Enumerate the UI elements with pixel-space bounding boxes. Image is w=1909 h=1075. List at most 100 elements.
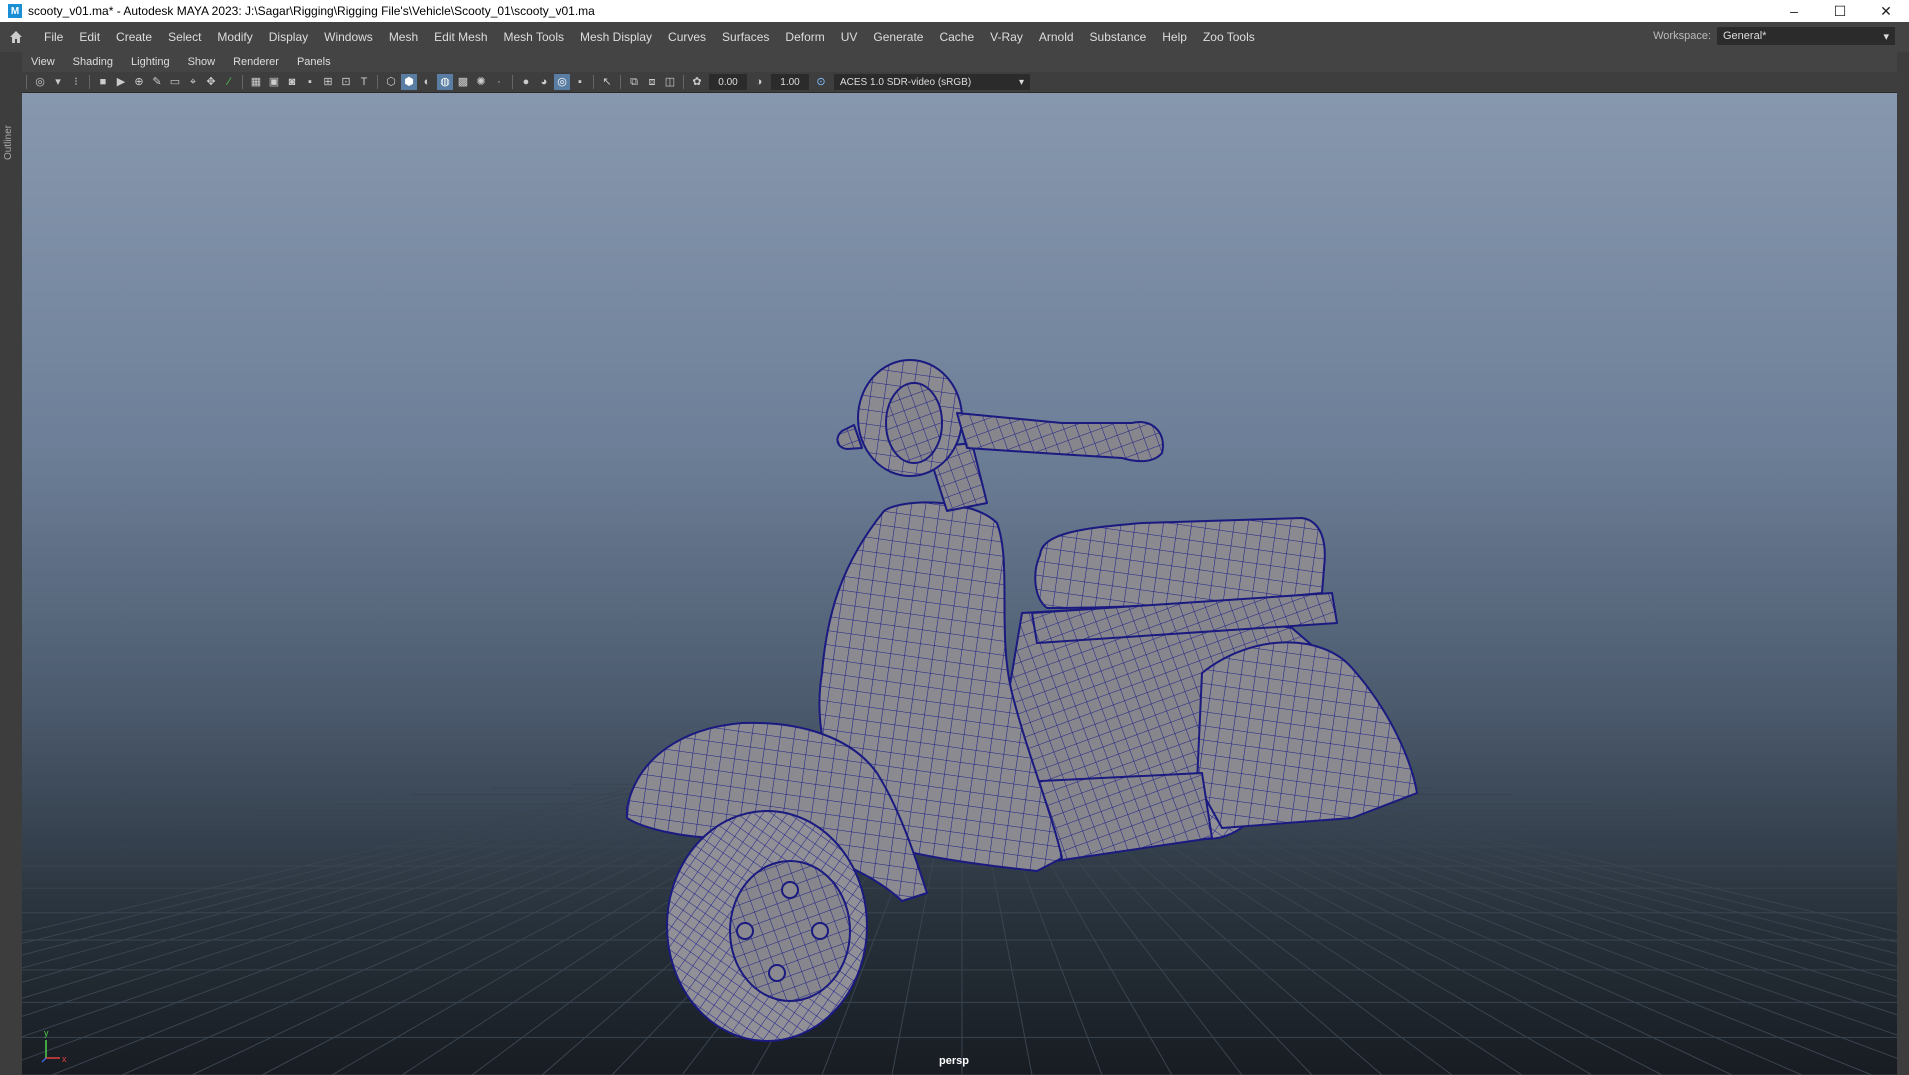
scooter-mesh[interactable] bbox=[22, 93, 1897, 1075]
toolbar-separator bbox=[683, 75, 684, 89]
panel-menu-bar: View Shading Lighting Show Renderer Pane… bbox=[22, 52, 1897, 72]
wireframe-icon[interactable]: ⬡ bbox=[383, 74, 399, 90]
image-plane-icon[interactable]: ■ bbox=[95, 74, 111, 90]
gate-mask-icon[interactable]: ✥ bbox=[203, 74, 219, 90]
menu-mesh-display[interactable]: Mesh Display bbox=[572, 30, 660, 44]
hub-bolt bbox=[781, 881, 799, 899]
menu-zoo-tools[interactable]: Zoo Tools bbox=[1195, 30, 1263, 44]
frame-icon[interactable]: ⊡ bbox=[338, 74, 354, 90]
grid-icon[interactable]: ▦ bbox=[248, 74, 264, 90]
minimize-button[interactable]: – bbox=[1771, 0, 1817, 22]
outliner-label: Outliner bbox=[3, 124, 14, 160]
safe-title-icon[interactable]: ◙ bbox=[284, 74, 300, 90]
menu-edit[interactable]: Edit bbox=[71, 30, 108, 44]
camera-icon[interactable]: ▶ bbox=[113, 74, 129, 90]
bookmark-icon[interactable]: ⁝ bbox=[68, 74, 84, 90]
exposure-icon[interactable]: ✿ bbox=[689, 74, 705, 90]
isolate-select-icon[interactable]: ◎ bbox=[554, 74, 570, 90]
menu-vray[interactable]: V-Ray bbox=[982, 30, 1031, 44]
rear-fender bbox=[1196, 641, 1418, 829]
hub-bolt bbox=[811, 922, 829, 940]
workspace-dropdown[interactable]: General* ▾ bbox=[1717, 27, 1895, 45]
panel-menu-renderer[interactable]: Renderer bbox=[224, 56, 288, 68]
title-bar: M scooty_v01.ma* - Autodesk MAYA 2023: J… bbox=[0, 0, 1909, 22]
hub-bolt bbox=[768, 964, 786, 982]
use-all-lights-icon[interactable]: ▩ bbox=[455, 74, 471, 90]
menu-file[interactable]: File bbox=[36, 30, 71, 44]
menu-generate[interactable]: Generate bbox=[865, 30, 931, 44]
menu-deform[interactable]: Deform bbox=[777, 30, 832, 44]
xray-joints-icon[interactable]: ▪ bbox=[302, 74, 318, 90]
panel-menu-view[interactable]: View bbox=[22, 56, 64, 68]
chevron-down-icon: ▾ bbox=[1883, 30, 1889, 43]
panel-menu-lighting[interactable]: Lighting bbox=[122, 56, 179, 68]
gamma-field[interactable]: 1.00 bbox=[771, 74, 809, 90]
textured-icon[interactable]: ◍ bbox=[437, 74, 453, 90]
menu-substance[interactable]: Substance bbox=[1082, 30, 1155, 44]
right-side-strip[interactable] bbox=[1896, 52, 1909, 1075]
panel-menu-shading[interactable]: Shading bbox=[64, 56, 122, 68]
exposure-field[interactable]: 0.00 bbox=[709, 74, 747, 90]
window-controls: – ☐ ✕ bbox=[1771, 0, 1909, 22]
camera-attributes-icon[interactable]: ▾ bbox=[50, 74, 66, 90]
menu-help[interactable]: Help bbox=[1154, 30, 1195, 44]
2d-pan-zoom-icon[interactable]: ⊕ bbox=[131, 74, 147, 90]
gamma-icon[interactable]: ◑ bbox=[751, 74, 767, 90]
grease-pencil-icon[interactable]: ✎ bbox=[149, 74, 165, 90]
toolbar-separator bbox=[89, 75, 90, 89]
workspace-label: Workspace: bbox=[1653, 30, 1711, 42]
select-tool-icon[interactable]: ↖ bbox=[599, 74, 615, 90]
menu-select[interactable]: Select bbox=[160, 30, 209, 44]
menu-create[interactable]: Create bbox=[108, 30, 160, 44]
menu-mesh-tools[interactable]: Mesh Tools bbox=[496, 30, 572, 44]
film-gate-icon[interactable]: ▭ bbox=[167, 74, 183, 90]
depth-peeling-icon[interactable]: ⧈ bbox=[644, 74, 660, 90]
motion-blur-icon[interactable]: ▪ bbox=[572, 74, 588, 90]
maximize-button[interactable]: ☐ bbox=[1817, 0, 1863, 22]
wireframe-on-shaded-icon[interactable]: ◐ bbox=[419, 74, 435, 90]
xray-icon[interactable]: ● bbox=[518, 74, 534, 90]
resolution-gate-icon[interactable]: ⌖ bbox=[185, 74, 201, 90]
view-transform-dropdown[interactable]: ACES 1.0 SDR-video (sRGB) ▾ bbox=[834, 74, 1030, 90]
field-chart-icon[interactable]: ⁄ bbox=[221, 74, 237, 90]
safe-action-icon[interactable]: ▣ bbox=[266, 74, 282, 90]
camera-name-label: persp bbox=[939, 1055, 969, 1067]
menu-curves[interactable]: Curves bbox=[660, 30, 714, 44]
workspace-value: General* bbox=[1723, 30, 1767, 42]
toolbar-separator bbox=[26, 75, 27, 89]
menu-uv[interactable]: UV bbox=[833, 30, 866, 44]
view-transform-value: ACES 1.0 SDR-video (sRGB) bbox=[840, 76, 972, 88]
menu-cache[interactable]: Cache bbox=[931, 30, 982, 44]
chevron-down-icon: ▾ bbox=[1018, 76, 1024, 88]
seat bbox=[1034, 517, 1326, 609]
3d-viewport[interactable]: y x persp bbox=[22, 93, 1897, 1075]
select-camera-icon[interactable]: ◎ bbox=[32, 74, 48, 90]
panel-menu-show[interactable]: Show bbox=[179, 56, 225, 68]
maya-app-icon: M bbox=[8, 4, 22, 18]
menu-mesh[interactable]: Mesh bbox=[381, 30, 426, 44]
axis-y-label: y bbox=[44, 1028, 49, 1038]
outliner-strip[interactable]: Outliner bbox=[0, 52, 23, 1075]
main-menu-bar: File Edit Create Select Modify Display W… bbox=[0, 22, 1909, 52]
color-management-icon[interactable]: ⊙ bbox=[813, 74, 829, 90]
shadows-icon[interactable]: ✺ bbox=[473, 74, 489, 90]
menu-arnold[interactable]: Arnold bbox=[1031, 30, 1082, 44]
multisample-icon[interactable]: ⧉ bbox=[626, 74, 642, 90]
menu-display[interactable]: Display bbox=[261, 30, 316, 44]
menu-modify[interactable]: Modify bbox=[209, 30, 260, 44]
screen-space-ao-icon[interactable]: · bbox=[491, 74, 507, 90]
text-overlay-icon[interactable]: T bbox=[356, 74, 372, 90]
xray-active-icon[interactable]: ◕ bbox=[536, 74, 552, 90]
panel-menu-panels[interactable]: Panels bbox=[288, 56, 340, 68]
resolution-icon[interactable]: ⊞ bbox=[320, 74, 336, 90]
menu-windows[interactable]: Windows bbox=[316, 30, 381, 44]
close-button[interactable]: ✕ bbox=[1863, 0, 1909, 22]
menu-surfaces[interactable]: Surfaces bbox=[714, 30, 777, 44]
axis-gizmo: y x bbox=[38, 1028, 78, 1068]
menu-edit-mesh[interactable]: Edit Mesh bbox=[426, 30, 495, 44]
home-icon[interactable] bbox=[8, 29, 24, 45]
toolbar-separator bbox=[620, 75, 621, 89]
smooth-shade-icon[interactable]: ⬢ bbox=[401, 74, 417, 90]
axis-x-label: x bbox=[62, 1054, 67, 1064]
isolate-icon[interactable]: ◫ bbox=[662, 74, 678, 90]
